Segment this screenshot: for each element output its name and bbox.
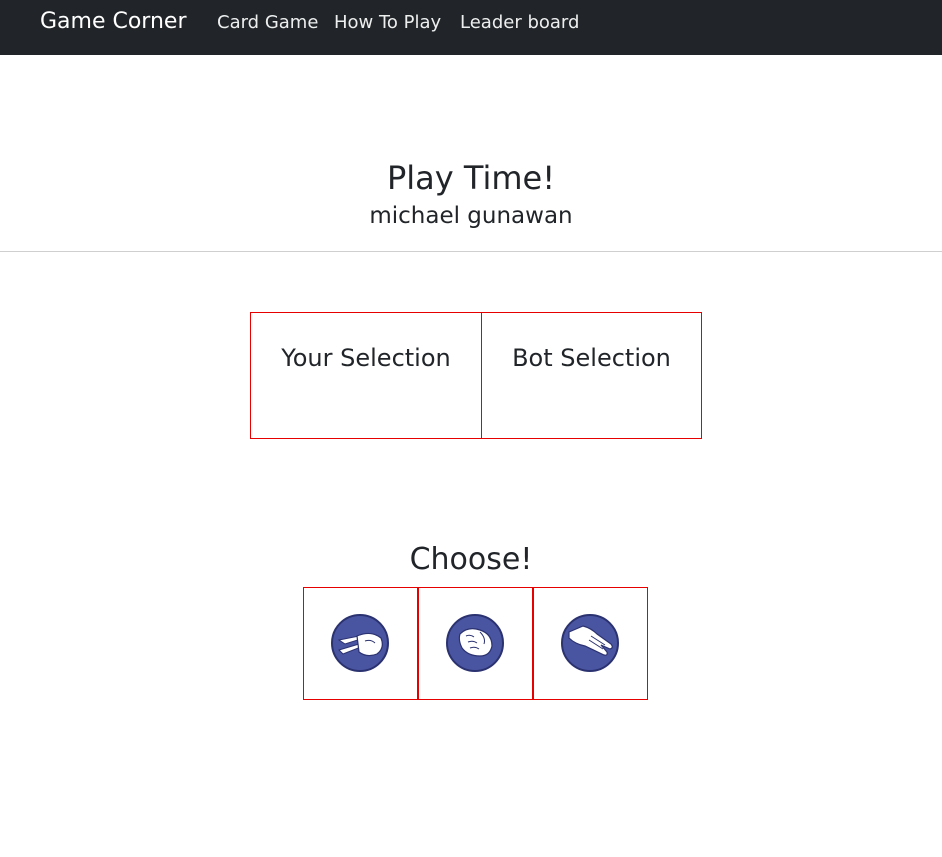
choose-heading: Choose! (409, 542, 533, 577)
bot-selection-label: Bot Selection (512, 344, 671, 372)
nav-link-how-to-play[interactable]: How To Play (334, 11, 441, 35)
brand-link[interactable]: Game Corner (40, 7, 187, 37)
rock-button[interactable] (418, 587, 533, 700)
section-divider (0, 251, 942, 252)
top-navbar: Game Corner Card Game How To Play Leader… (0, 0, 942, 55)
scissors-button[interactable] (303, 587, 418, 700)
nav-link-card-game[interactable]: Card Game (217, 11, 318, 35)
paper-button[interactable] (533, 587, 648, 700)
player-name: michael gunawan (369, 203, 573, 229)
scissors-hand-icon (331, 614, 389, 672)
bot-selection-box: Bot Selection (481, 312, 702, 439)
paper-hand-icon (561, 614, 619, 672)
your-selection-label: Your Selection (281, 344, 451, 372)
your-selection-box: Your Selection (250, 312, 482, 439)
nav-link-leader-board[interactable]: Leader board (460, 11, 579, 35)
rock-fist-icon (446, 614, 504, 672)
page-title: Play Time! (386, 159, 556, 197)
